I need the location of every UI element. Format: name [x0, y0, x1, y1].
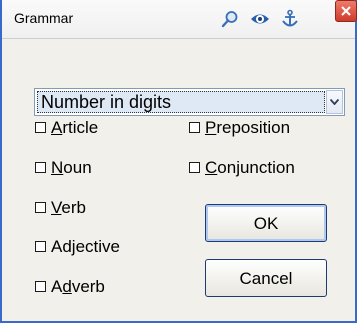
checkbox-label-verb: Verb — [51, 198, 86, 217]
dropdown-selected-value[interactable]: Number in digits — [37, 91, 325, 113]
close-icon — [341, 6, 351, 16]
eye-icon[interactable] — [250, 9, 270, 29]
checkbox-box[interactable] — [35, 241, 46, 252]
ok-button[interactable]: OK — [205, 204, 327, 242]
anchor-icon[interactable] — [280, 9, 300, 29]
checkbox-box[interactable] — [35, 162, 46, 173]
checkbox-label-article: Article — [51, 118, 99, 137]
cancel-button[interactable]: Cancel — [205, 259, 327, 297]
checkbox-label-preposition: Preposition — [205, 118, 291, 137]
checkbox-box[interactable] — [189, 162, 200, 173]
number-format-dropdown[interactable]: Number in digits — [34, 88, 345, 116]
close-button[interactable] — [335, 0, 357, 22]
checkbox-label-conjunction: Conjunction — [205, 158, 295, 177]
checkbox-box[interactable] — [35, 122, 46, 133]
dropdown-arrow-button[interactable] — [326, 90, 343, 114]
grammar-dialog: Grammar Number in digits Article Noun Ve… — [0, 0, 357, 323]
window-title: Grammar — [14, 10, 74, 26]
title-bar[interactable]: Grammar — [2, 0, 357, 39]
checkbox-box[interactable] — [35, 281, 46, 292]
checkbox-box[interactable] — [35, 202, 46, 213]
checkbox-label-adverb: Adverb — [51, 277, 105, 296]
search-icon[interactable] — [220, 9, 240, 29]
checkbox-label-noun: Noun — [51, 158, 92, 177]
checkbox-box[interactable] — [189, 122, 200, 133]
chevron-down-icon — [330, 99, 339, 105]
checkbox-label-adjective: Adjective — [51, 237, 120, 256]
